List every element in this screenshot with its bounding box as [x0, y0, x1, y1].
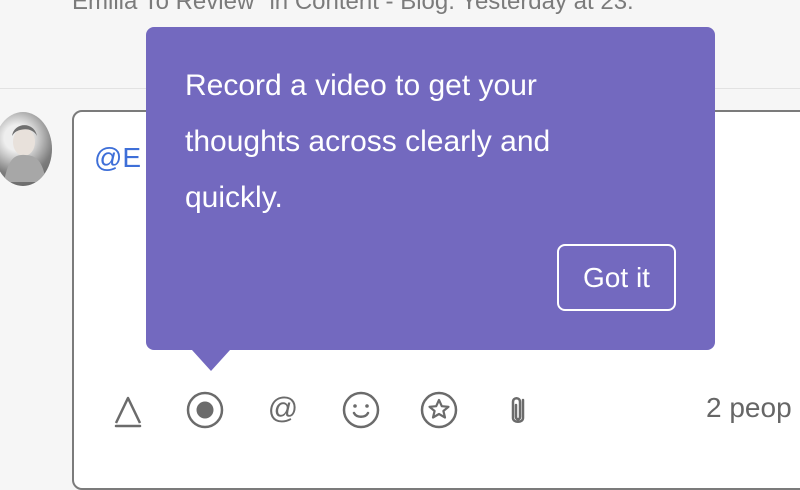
mention-icon[interactable]: @ — [259, 386, 307, 434]
tooltip-message: Record a video to get your thoughts acro… — [185, 69, 551, 214]
got-it-button[interactable]: Got it — [557, 244, 676, 311]
text-format-icon[interactable] — [104, 386, 152, 434]
star-icon[interactable] — [415, 386, 463, 434]
svg-text:@: @ — [268, 392, 298, 425]
emoji-icon[interactable] — [337, 386, 385, 434]
mention-text: @E — [94, 142, 142, 173]
attachment-icon[interactable] — [494, 386, 542, 434]
avatar — [0, 112, 52, 186]
record-icon[interactable] — [181, 386, 229, 434]
tooltip-popover: Record a video to get your thoughts acro… — [146, 27, 715, 371]
activity-line: Emilia To Review" in Content - Blog. Yes… — [72, 0, 634, 15]
